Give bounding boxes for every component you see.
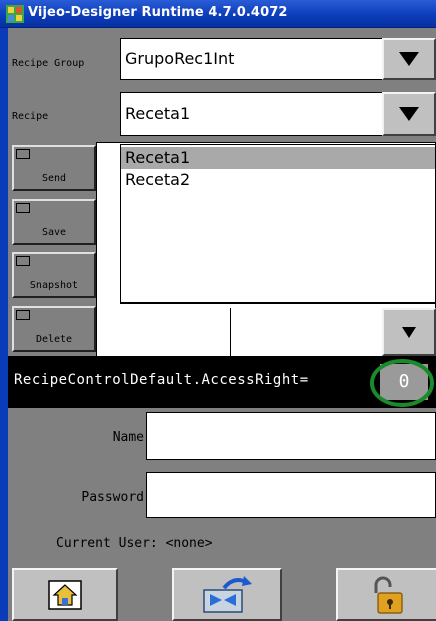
chevron-down-icon [399,52,419,66]
recipe-group-field[interactable]: GrupoRec1Int [120,38,390,80]
recipe-panel: Recipe Group GrupoRec1Int Recipe Receta1… [8,28,436,621]
snapshot-button[interactable]: Snapshot [12,252,96,298]
password-label: Password [81,490,144,505]
name-input[interactable] [146,412,436,460]
table-dropdown-button[interactable] [382,308,436,356]
delete-button[interactable]: Delete [12,306,96,352]
home-button[interactable] [12,568,118,621]
access-right-tag: RecipeControlDefault.AccessRight= [14,372,309,388]
recipe-option-receta2[interactable]: Receta2 [121,169,435,191]
delete-label: Delete [35,334,73,345]
recipe-group-label: Recipe Group [12,58,85,69]
recipe-dropdown-button[interactable] [382,92,436,136]
recipe-dropdown-list[interactable]: Receta1 Receta2 [120,144,436,304]
transfer-icon [203,575,252,613]
window-title: Vijeo-Designer Runtime 4.7.0.4072 [28,5,288,20]
send-button[interactable]: Send [12,145,96,191]
save-label: Save [41,227,67,238]
save-button[interactable]: Save [12,199,96,245]
window-frame-left [0,28,8,621]
chevron-down-icon [402,326,416,338]
recipe-group-dropdown-button[interactable] [382,38,436,80]
bottom-toolbar [8,560,436,621]
access-right-bar: RecipeControlDefault.AccessRight= 0 [8,356,436,408]
recipe-label: Recipe [12,111,49,122]
padlock-icon [374,576,403,614]
recipe-value: Receta1 [125,104,191,123]
login-panel: Name Password Current User: <none> [8,408,436,560]
recipe-group-value: GrupoRec1Int [125,49,235,68]
send-label: Send [41,173,67,184]
send-checkbox[interactable] [16,149,30,159]
delete-checkbox[interactable] [16,310,30,320]
current-user-text: Current User: <none> [56,536,213,551]
window-titlebar[interactable]: Vijeo-Designer Runtime 4.7.0.4072 [0,0,436,28]
home-icon [48,579,82,610]
password-input[interactable] [146,472,436,518]
transfer-button[interactable] [172,568,282,621]
recipe-option-receta1[interactable]: Receta1 [121,147,435,169]
name-label: Name [112,430,144,445]
snapshot-checkbox[interactable] [16,256,30,266]
snapshot-label: Snapshot [29,280,79,291]
chevron-down-icon [399,107,419,121]
save-checkbox[interactable] [16,203,30,213]
vijeo-app-icon [6,5,24,23]
recipe-field[interactable]: Receta1 [120,92,390,136]
highlight-circle-icon [370,359,434,407]
unlock-button[interactable] [336,568,436,621]
